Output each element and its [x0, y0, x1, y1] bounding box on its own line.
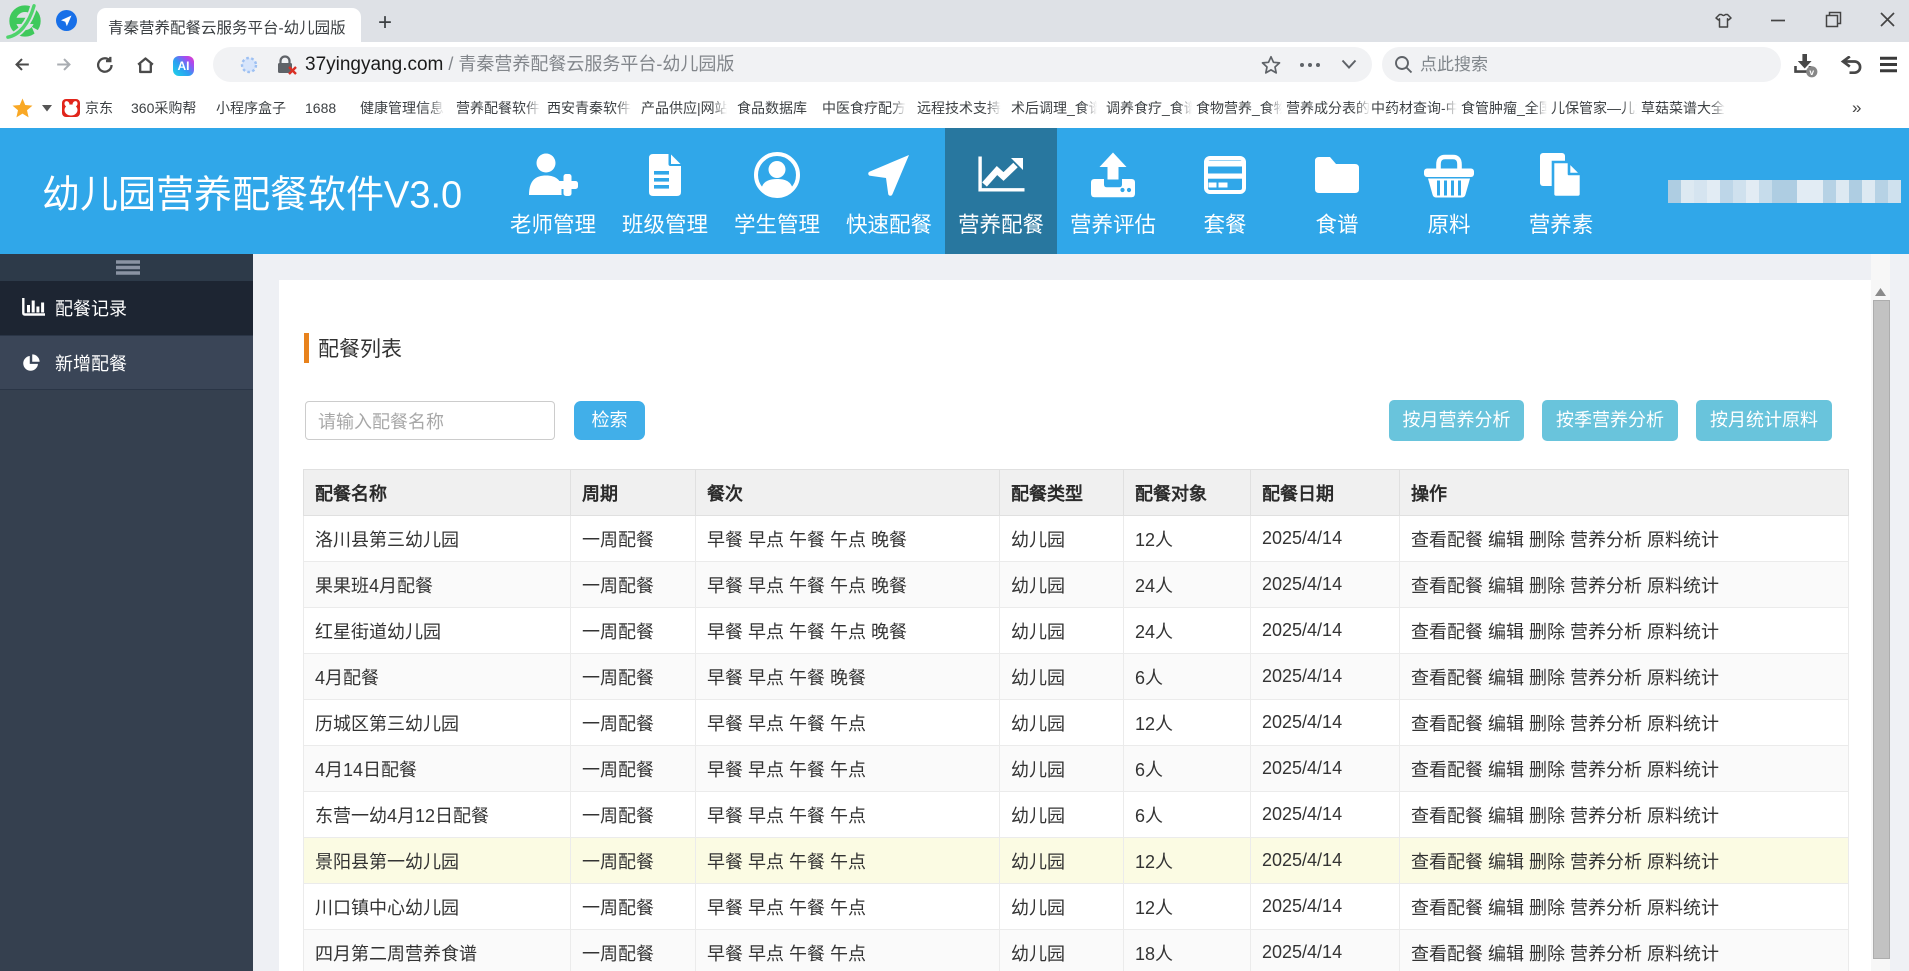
svg-text:v: v: [1809, 67, 1814, 77]
